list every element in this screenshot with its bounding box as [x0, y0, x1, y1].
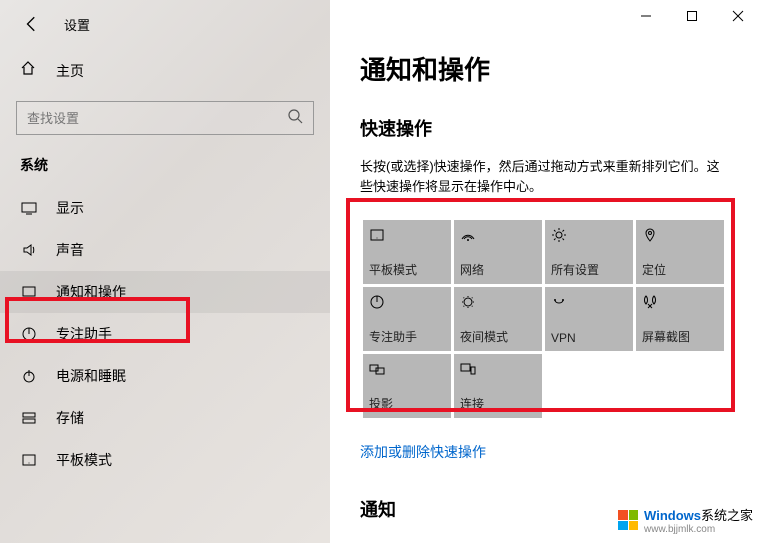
search-box[interactable] [16, 101, 314, 135]
sidebar-item-tablet[interactable]: 平板模式 [0, 439, 330, 481]
section-label: 系统 [0, 155, 330, 187]
page-title: 通知和操作 [360, 50, 731, 87]
watermark-url: www.bjjmlk.com [644, 524, 753, 535]
sidebar-item-label: 显示 [56, 198, 84, 218]
back-button[interactable] [20, 12, 44, 36]
close-button[interactable] [715, 0, 761, 32]
sidebar-item-display[interactable]: 显示 [0, 187, 330, 229]
quick-actions-desc: 长按(或选择)快速操作，然后通过拖动方式来重新排列它们。这些快速操作将显示在操作… [360, 157, 731, 196]
sidebar: 设置 主页 系统 显示声音通知和操作专注助手电源和睡眠存储平板模式 [0, 0, 330, 543]
minimize-button[interactable] [623, 0, 669, 32]
sound-icon [20, 242, 38, 258]
sidebar-item-label: 存储 [56, 408, 84, 428]
storage-icon [20, 410, 38, 426]
sidebar-item-label: 平板模式 [56, 450, 112, 470]
home-icon [20, 60, 38, 81]
maximize-button[interactable] [669, 0, 715, 32]
sidebar-item-power[interactable]: 电源和睡眠 [0, 355, 330, 397]
titlebar [623, 0, 761, 32]
sidebar-item-sound[interactable]: 声音 [0, 229, 330, 271]
quick-actions-heading: 快速操作 [360, 115, 731, 141]
windows-logo-icon [618, 510, 638, 530]
home-label: 主页 [56, 61, 84, 81]
sidebar-item-storage[interactable]: 存储 [0, 397, 330, 439]
annotation-highlight-nav [5, 297, 190, 343]
watermark-brand: Windows [644, 508, 701, 523]
tablet-icon [20, 452, 38, 468]
display-icon [20, 200, 38, 216]
watermark-brand2: 系统之家 [701, 508, 753, 523]
sidebar-item-label: 电源和睡眠 [56, 366, 126, 386]
watermark: Windows系统之家 www.bjjmlk.com [618, 505, 753, 535]
home-nav[interactable]: 主页 [0, 50, 330, 91]
annotation-highlight-tiles [346, 198, 735, 412]
edit-quick-actions-link[interactable]: 添加或删除快速操作 [360, 442, 486, 462]
settings-title: 设置 [64, 15, 90, 34]
search-icon [287, 108, 303, 129]
power-icon [20, 368, 38, 384]
search-input[interactable] [27, 111, 287, 126]
sidebar-item-label: 声音 [56, 240, 84, 260]
